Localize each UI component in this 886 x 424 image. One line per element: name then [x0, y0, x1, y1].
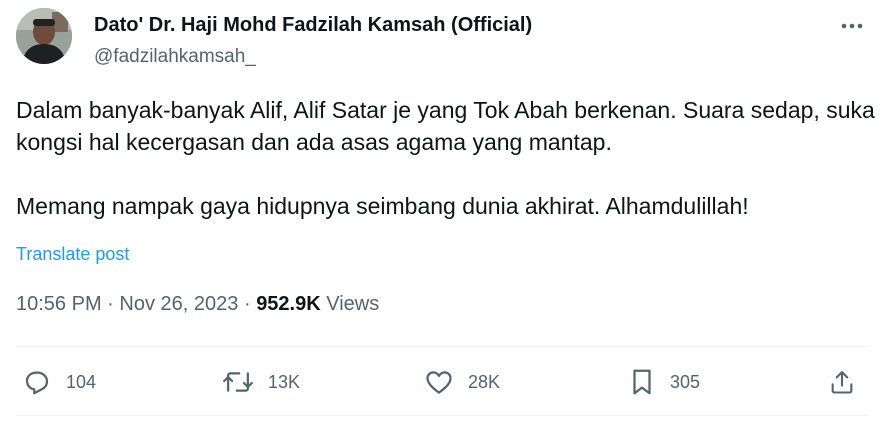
more-horizontal-icon [841, 23, 863, 29]
tweet: Dato' Dr. Haji Mohd Fadzilah Kamsah (Off… [0, 0, 886, 424]
divider [16, 346, 868, 347]
action-bar: 104 13K 28K 305 [0, 360, 886, 404]
reply-icon [22, 367, 52, 397]
post-date[interactable]: Nov 26, 2023 [119, 293, 238, 315]
divider [16, 415, 868, 416]
avatar[interactable] [16, 8, 72, 64]
post-metadata: 10:56 PM · Nov 26, 2023 · 952.9K Views [16, 293, 379, 316]
bookmark-count: 305 [670, 371, 701, 392]
reply-button[interactable]: 104 [22, 360, 96, 404]
share-icon [828, 367, 856, 397]
views-count[interactable]: 952.9K [256, 293, 321, 315]
like-count: 28K [468, 371, 501, 392]
views-label: Views [326, 293, 380, 315]
translate-post-link[interactable]: Translate post [16, 244, 129, 265]
meta-separator: · [107, 293, 114, 315]
more-options-button[interactable] [836, 16, 868, 36]
author-display-name[interactable]: Dato' Dr. Haji Mohd Fadzilah Kamsah (Off… [94, 14, 532, 37]
author-handle[interactable]: @fadzilahkamsah_ [94, 46, 256, 68]
post-paragraph: Dalam banyak-banyak Alif, Alif Satar je … [16, 97, 875, 155]
meta-separator: · [243, 293, 251, 315]
post-text: Dalam banyak-banyak Alif, Alif Satar je … [16, 94, 876, 222]
post-paragraph: Memang nampak gaya hidupnya seimbang dun… [16, 193, 749, 219]
repost-icon [222, 367, 254, 397]
like-button[interactable]: 28K [424, 360, 500, 404]
share-button[interactable] [828, 360, 856, 404]
reply-count: 104 [66, 371, 97, 392]
post-time[interactable]: 10:56 PM [16, 293, 102, 315]
bookmark-button[interactable]: 305 [628, 360, 700, 404]
repost-count: 13K [268, 371, 301, 392]
bookmark-icon [628, 367, 656, 397]
heart-icon [424, 367, 454, 397]
repost-button[interactable]: 13K [222, 360, 300, 404]
